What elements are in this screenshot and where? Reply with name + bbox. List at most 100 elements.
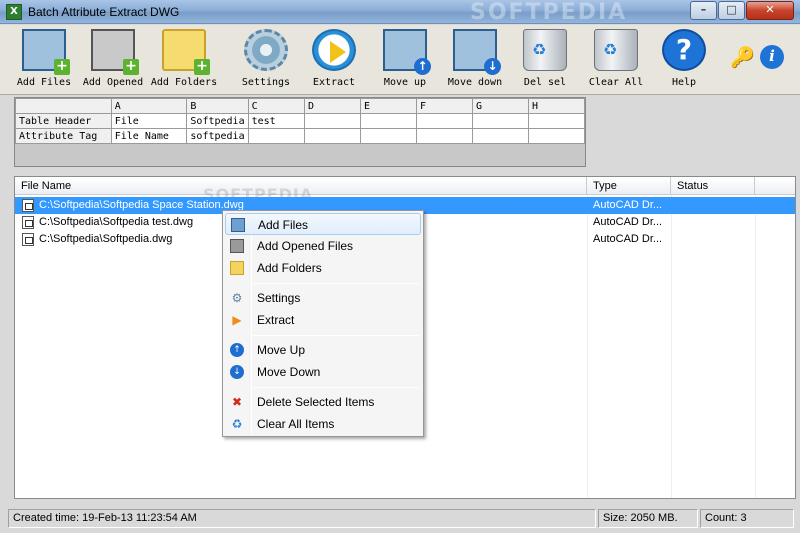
- menu-item-label: Add Files: [258, 218, 309, 232]
- maximize-button[interactable]: □: [718, 1, 745, 20]
- menu-item-move-up[interactable]: ↑ Move Up: [225, 339, 421, 361]
- grid-cell[interactable]: [304, 128, 361, 144]
- dwg-file-icon: [22, 216, 34, 229]
- menu-item-extract[interactable]: ▶ Extract: [225, 309, 421, 331]
- move-up-button[interactable]: Move up: [380, 29, 431, 91]
- grid-cell[interactable]: [415, 113, 473, 129]
- grid-cell[interactable]: [527, 128, 586, 144]
- move-up-icon: ↑: [230, 343, 244, 357]
- menu-item-move-down[interactable]: ↓ Move Down: [225, 361, 421, 383]
- grid-col-header[interactable]: F: [415, 98, 473, 114]
- grid-cell[interactable]: [359, 113, 417, 129]
- move-down-icon: [453, 29, 501, 75]
- dwg-file-icon: [22, 199, 34, 212]
- clear-all-icon: ♻: [231, 417, 243, 431]
- file-type: AutoCAD Dr...: [593, 216, 663, 228]
- attribute-grid: A B C D E F G H Table Header File Softpe…: [15, 98, 586, 144]
- grid-col-header[interactable]: B: [186, 98, 249, 114]
- file-status: [677, 231, 753, 248]
- menu-item-settings[interactable]: ⚙ Settings: [225, 287, 421, 309]
- menu-separator: [253, 387, 419, 388]
- add-files-button[interactable]: Add Files: [14, 29, 74, 91]
- grid-cell[interactable]: [415, 128, 473, 144]
- dwg-file-icon: [22, 233, 34, 246]
- menu-item-add-folders[interactable]: Add Folders: [225, 257, 421, 279]
- add-folders-icon: [162, 29, 210, 75]
- grid-cell[interactable]: softpedia: [186, 128, 249, 144]
- menu-item-add-opened-files[interactable]: Add Opened Files: [225, 235, 421, 257]
- app-icon[interactable]: X: [6, 4, 22, 20]
- status-size: Size: 2050 MB.: [598, 509, 698, 528]
- add-folders-icon: [230, 261, 244, 275]
- grid-cell[interactable]: File: [110, 113, 188, 129]
- del-sel-label: Del sel: [523, 77, 567, 88]
- grid-cell[interactable]: File Name: [110, 128, 188, 144]
- recycle-bin-icon: [523, 29, 567, 71]
- add-opened-files-icon: [230, 239, 244, 253]
- clear-all-label: Clear All: [588, 77, 644, 88]
- grid-cell[interactable]: [471, 128, 529, 144]
- grid-row-label: Table Header: [15, 113, 112, 129]
- window-title: Batch Attribute Extract DWG: [28, 5, 180, 19]
- grid-cell[interactable]: test: [247, 113, 306, 129]
- menu-item-label: Extract: [257, 313, 295, 327]
- menu-item-delete-selected[interactable]: ✖ Delete Selected Items: [225, 391, 421, 413]
- menu-separator: [253, 335, 419, 336]
- grid-col-header[interactable]: C: [247, 98, 306, 114]
- menu-separator: [253, 283, 419, 284]
- menu-item-label: Move Down: [257, 365, 321, 379]
- add-folders-button[interactable]: Add Folders: [150, 29, 218, 91]
- grid-row-label: Attribute Tag: [15, 128, 112, 144]
- key-info-group: 🔑 i: [728, 45, 788, 71]
- status-bar: Created time: 19-Feb-13 11:23:54 AM Size…: [0, 506, 800, 533]
- column-header-type[interactable]: Type: [587, 177, 671, 195]
- extract-button[interactable]: Extract: [308, 29, 360, 91]
- grid-cell[interactable]: [304, 113, 361, 129]
- grid-cell[interactable]: [527, 113, 586, 129]
- info-icon[interactable]: i: [760, 45, 784, 69]
- grid-cell[interactable]: [359, 128, 417, 144]
- help-label: Help: [671, 77, 697, 88]
- menu-item-add-files[interactable]: Add Files: [225, 213, 421, 235]
- file-type: AutoCAD Dr...: [593, 233, 663, 245]
- menu-item-label: Move Up: [257, 343, 306, 357]
- add-opened-files-button[interactable]: Add Opened: [82, 29, 144, 91]
- menu-item-label: Settings: [257, 291, 301, 305]
- grid-cell[interactable]: Softpedia: [186, 113, 249, 129]
- gear-icon: ⚙: [231, 291, 243, 305]
- add-files-icon: [22, 29, 70, 75]
- grid-col-header[interactable]: A: [110, 98, 188, 114]
- grid-cell[interactable]: [471, 113, 529, 129]
- play-icon: [312, 29, 356, 71]
- add-folders-label: Add Folders: [150, 77, 218, 88]
- menu-item-label: Add Opened Files: [257, 239, 354, 253]
- status-created-time: Created time: 19-Feb-13 11:23:54 AM: [8, 509, 596, 528]
- grid-col-header[interactable]: E: [359, 98, 417, 114]
- add-opened-files-icon: [91, 29, 139, 75]
- file-type: AutoCAD Dr...: [593, 199, 663, 211]
- delete-selected-button[interactable]: Del sel: [520, 29, 570, 91]
- add-opened-label: Add Opened: [82, 77, 144, 88]
- help-button[interactable]: ? Help: [660, 29, 708, 91]
- grid-cell[interactable]: [247, 128, 306, 144]
- add-files-icon: [231, 218, 245, 232]
- move-down-button[interactable]: Move down: [446, 29, 504, 91]
- menu-item-label: Clear All Items: [257, 417, 335, 431]
- close-button[interactable]: ✕: [746, 1, 794, 20]
- key-icon[interactable]: 🔑: [730, 45, 755, 69]
- grid-col-header[interactable]: H: [527, 98, 586, 114]
- settings-button[interactable]: Settings: [238, 29, 294, 91]
- context-menu: Add Files Add Opened Files Add Folders ⚙…: [222, 210, 424, 437]
- add-files-label: Add Files: [16, 77, 72, 88]
- status-count: Count: 3: [700, 509, 794, 528]
- column-header-status[interactable]: Status: [671, 177, 755, 195]
- grid-col-header[interactable]: D: [304, 98, 361, 114]
- delete-icon: ✖: [231, 395, 243, 409]
- menu-item-clear-all[interactable]: ♻ Clear All Items: [225, 413, 421, 435]
- title-bar[interactable]: X Batch Attribute Extract DWG SOFTPEDIA …: [0, 0, 800, 25]
- file-list-header: File Name Type Status: [15, 177, 795, 195]
- clear-all-button[interactable]: Clear All: [586, 29, 646, 91]
- grid-col-header[interactable]: G: [471, 98, 529, 114]
- softpedia-watermark: SOFTPEDIA: [470, 0, 628, 25]
- minimize-button[interactable]: –: [690, 1, 717, 20]
